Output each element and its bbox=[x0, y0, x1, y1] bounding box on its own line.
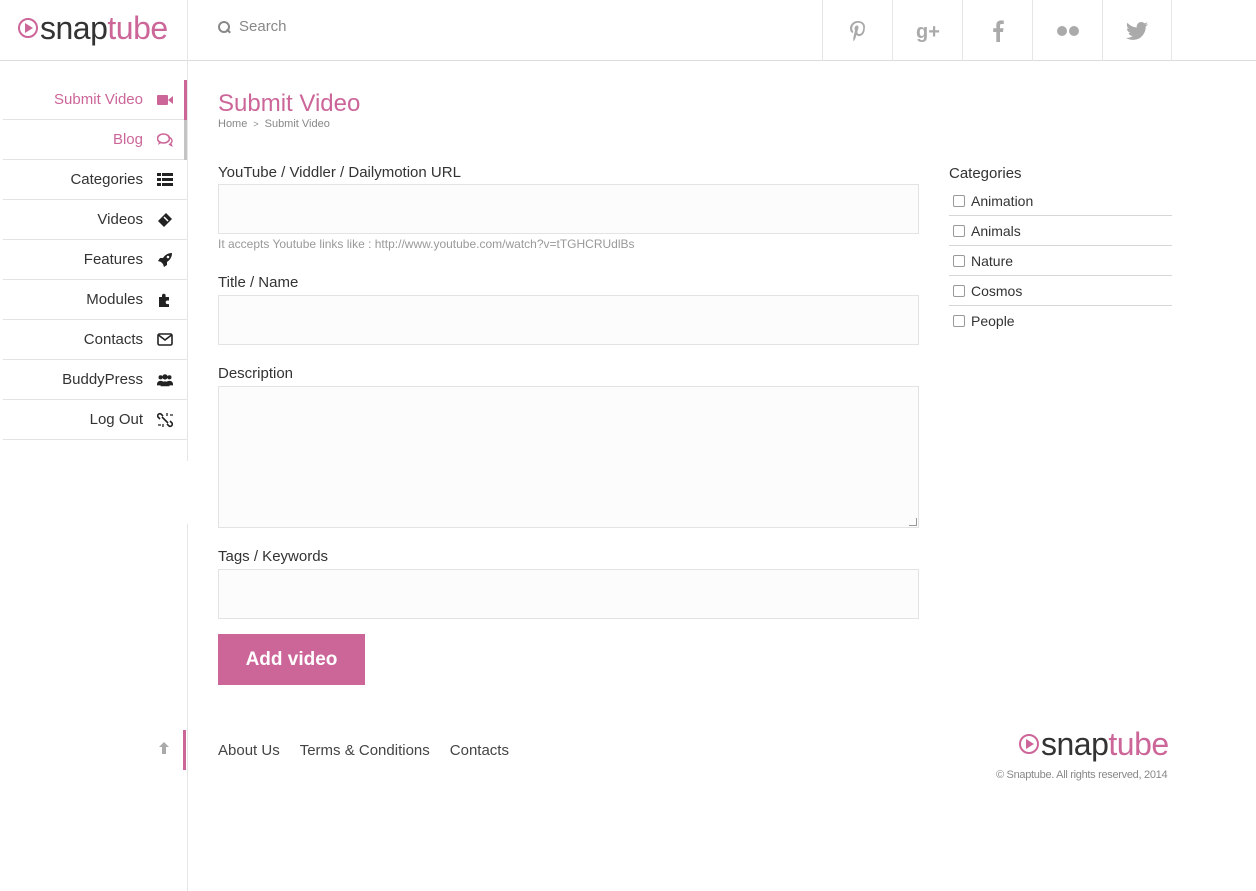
unlink-icon bbox=[157, 412, 173, 428]
sidebar-border bbox=[187, 61, 188, 461]
social-links: g+ bbox=[822, 0, 1172, 61]
play-icon bbox=[18, 18, 38, 38]
svg-text:g+: g+ bbox=[916, 21, 940, 42]
sidebar-item-label: Blog bbox=[112, 131, 143, 148]
category-label: Animals bbox=[971, 222, 1021, 239]
footer-accent-bar bbox=[183, 730, 186, 770]
url-field[interactable] bbox=[218, 184, 919, 234]
sidebar-item-label: Submit Video bbox=[54, 91, 143, 108]
google-plus-icon[interactable]: g+ bbox=[892, 0, 962, 61]
rocket-icon bbox=[157, 252, 173, 268]
search-icon bbox=[218, 20, 230, 33]
users-icon bbox=[157, 372, 173, 388]
list-icon bbox=[157, 172, 173, 188]
category-checkbox[interactable] bbox=[953, 224, 965, 237]
breadcrumb-separator: > bbox=[253, 119, 259, 129]
url-hint: It accepts Youtube links like : http://w… bbox=[218, 237, 635, 251]
category-checkbox[interactable] bbox=[953, 315, 965, 327]
sidebar-item-label: Modules bbox=[86, 291, 143, 308]
sidebar-item-label: Videos bbox=[97, 211, 143, 228]
url-label: YouTube / Viddler / Dailymotion URL bbox=[218, 164, 461, 181]
tags-field[interactable] bbox=[218, 569, 919, 619]
category-item: Animation bbox=[949, 186, 1172, 216]
play-icon bbox=[1019, 734, 1039, 754]
puzzle-icon bbox=[157, 292, 173, 308]
category-checkbox[interactable] bbox=[953, 254, 965, 267]
facebook-icon[interactable] bbox=[962, 0, 1032, 61]
sidebar-item-videos[interactable]: Videos bbox=[3, 200, 187, 240]
categories-list: Animation Animals Nature Cosmos People bbox=[949, 186, 1172, 336]
tags-label: Tags / Keywords bbox=[218, 548, 329, 565]
sidebar-item-label: Contacts bbox=[83, 331, 143, 348]
sidebar-item-label: Categories bbox=[70, 171, 143, 188]
category-label: Animation bbox=[971, 192, 1034, 209]
footer-links: About Us Terms & Conditions Contacts bbox=[218, 742, 529, 759]
sidebar-border-lower bbox=[187, 524, 188, 891]
description-field[interactable] bbox=[218, 386, 919, 528]
footer-logo[interactable]: snap tube bbox=[1019, 728, 1169, 760]
description-label: Description bbox=[218, 365, 294, 382]
comments-icon bbox=[157, 132, 173, 148]
category-checkbox[interactable] bbox=[953, 284, 965, 297]
video-camera-icon bbox=[157, 92, 173, 108]
category-label: Cosmos bbox=[971, 282, 1023, 299]
logo-text-snap: snap bbox=[1041, 726, 1109, 762]
sidebar-item-label: BuddyPress bbox=[62, 371, 143, 388]
logo-text-tube: tube bbox=[1108, 726, 1169, 762]
sidebar-item-buddypress[interactable]: BuddyPress bbox=[3, 360, 187, 400]
breadcrumb-current: Submit Video bbox=[264, 118, 330, 130]
logo-text-snap: snap bbox=[40, 10, 108, 46]
sidebar-item-contacts[interactable]: Contacts bbox=[3, 320, 187, 360]
search-bar bbox=[218, 18, 539, 35]
categories-title: Categories bbox=[949, 165, 1022, 182]
sidebar-item-modules[interactable]: Modules bbox=[3, 280, 187, 320]
sidebar-item-label: Log Out bbox=[89, 411, 143, 428]
copyright-text: © Snaptube. All rights reserved, 2014 bbox=[996, 769, 1168, 781]
title-label: Title / Name bbox=[218, 274, 299, 291]
category-label: Nature bbox=[971, 252, 1014, 269]
header: snaptube g+ bbox=[0, 0, 1256, 61]
footer-link-terms[interactable]: Terms & Conditions bbox=[300, 742, 430, 759]
ticket-icon bbox=[157, 212, 173, 228]
category-item: People bbox=[949, 306, 1172, 336]
page-title: Submit Video bbox=[218, 90, 361, 117]
pinterest-icon[interactable] bbox=[822, 0, 892, 61]
resize-handle[interactable] bbox=[909, 518, 917, 526]
envelope-icon bbox=[157, 332, 173, 348]
add-video-button[interactable]: Add video bbox=[218, 634, 365, 685]
back-to-top-icon[interactable] bbox=[158, 741, 170, 760]
category-label: People bbox=[971, 313, 1015, 329]
sidebar-item-blog[interactable]: Blog bbox=[3, 120, 187, 160]
category-item: Nature bbox=[949, 246, 1172, 276]
sidebar-item-label: Features bbox=[83, 251, 143, 268]
twitter-icon[interactable] bbox=[1102, 0, 1172, 61]
footer-link-contacts[interactable]: Contacts bbox=[450, 742, 509, 759]
title-field[interactable] bbox=[218, 295, 919, 345]
category-item: Animals bbox=[949, 216, 1172, 246]
category-checkbox[interactable] bbox=[953, 194, 965, 207]
sidebar-item-categories[interactable]: Categories bbox=[3, 160, 187, 200]
flickr-icon[interactable] bbox=[1032, 0, 1102, 61]
sidebar-item-log-out[interactable]: Log Out bbox=[3, 400, 187, 440]
footer-link-about[interactable]: About Us bbox=[218, 742, 280, 759]
category-item: Cosmos bbox=[949, 276, 1172, 306]
breadcrumb: Home > Submit Video bbox=[218, 118, 330, 130]
search-input[interactable] bbox=[239, 18, 539, 35]
sidebar-item-submit-video[interactable]: Submit Video bbox=[3, 80, 187, 120]
header-divider bbox=[187, 0, 188, 61]
logo[interactable]: snap tube bbox=[18, 8, 168, 48]
breadcrumb-home[interactable]: Home bbox=[218, 118, 247, 130]
sidebar: Submit Video Blog Categories Videos Feat… bbox=[3, 80, 187, 440]
sidebar-item-features[interactable]: Features bbox=[3, 240, 187, 280]
logo-text-tube: tube bbox=[107, 10, 168, 46]
